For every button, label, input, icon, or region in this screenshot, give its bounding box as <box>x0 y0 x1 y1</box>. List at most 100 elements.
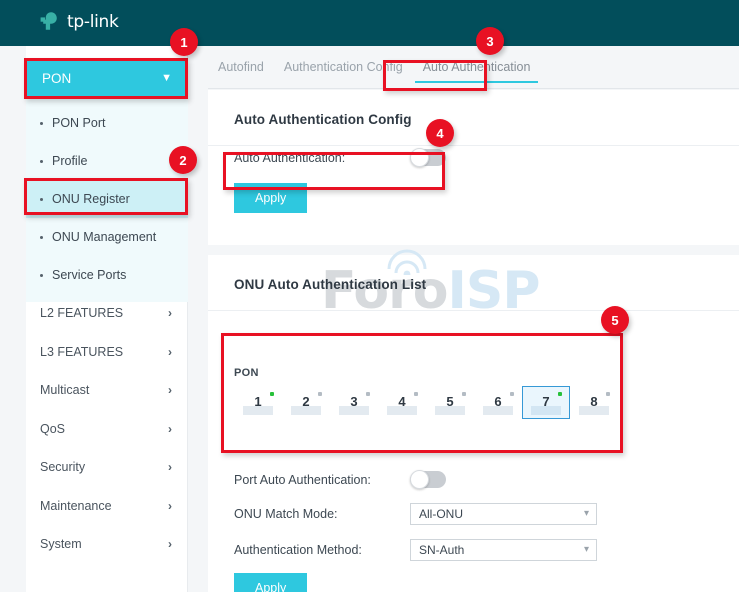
annotation-badge-1: 1 <box>170 28 198 56</box>
port-8[interactable]: 8 <box>570 386 618 419</box>
divider <box>208 310 739 311</box>
status-dot-icon <box>414 392 418 396</box>
port-2[interactable]: 2 <box>282 386 330 419</box>
onu-match-mode-label: ONU Match Mode: <box>234 507 338 521</box>
tab-label: Autofind <box>218 60 264 74</box>
status-dot-icon <box>270 392 274 396</box>
card-title: ONU Auto Authentication List <box>234 277 427 292</box>
port-number: 8 <box>590 394 598 409</box>
tab-autofind[interactable]: Autofind <box>208 57 274 83</box>
sidebar-item-maintenance[interactable]: Maintenance › <box>26 487 188 526</box>
sidebar-item-label: ONU Register <box>52 192 130 206</box>
sidebar-item-label: Security <box>40 460 86 475</box>
toggle-knob <box>410 148 429 167</box>
tp-link-logo-icon <box>40 12 57 30</box>
chevron-down-icon: ▾ <box>583 544 589 555</box>
authentication-method-row: Authentication Method: SN-Auth ▾ <box>208 539 597 561</box>
tab-bar: Autofind Authentication Config Auto Auth… <box>208 57 739 89</box>
bullet-icon <box>40 197 43 201</box>
chevron-right-icon: › <box>168 344 172 359</box>
authentication-method-label: Authentication Method: <box>234 543 362 557</box>
brand-name: tp-link <box>67 11 119 32</box>
port-number: 7 <box>542 394 550 409</box>
toggle-knob <box>410 470 429 489</box>
tab-authentication-config[interactable]: Authentication Config <box>274 57 413 83</box>
sidebar-item-service-ports[interactable]: Service Ports <box>26 256 188 294</box>
port-number: 1 <box>254 394 262 409</box>
sidebar: PON ▼ PON Port Profile ONU Register ONU … <box>26 46 188 592</box>
status-dot-icon <box>606 392 610 396</box>
sidebar-main-menu: L2 FEATURES › L3 FEATURES › Multicast › … <box>26 294 188 564</box>
top-header-bar: tp-link <box>0 0 739 46</box>
pon-label: PON <box>234 367 259 379</box>
port-number: 3 <box>350 394 358 409</box>
annotation-badge-2: 2 <box>169 146 197 174</box>
annotation-badge-4: 4 <box>426 119 454 147</box>
status-dot-icon <box>462 392 466 396</box>
chevron-right-icon: › <box>168 498 172 513</box>
chevron-right-icon: › <box>168 537 172 552</box>
chevron-down-icon: ▾ <box>583 508 589 519</box>
brand-logo[interactable]: tp-link <box>38 10 119 34</box>
sidebar-item-multicast[interactable]: Multicast › <box>26 371 188 410</box>
onu-match-mode-value: All-ONU <box>419 507 463 521</box>
sidebar-item-l2-features[interactable]: L2 FEATURES › <box>26 294 188 333</box>
annotation-badge-3: 3 <box>476 27 504 55</box>
port-7[interactable]: 7 <box>522 386 570 419</box>
auto-authentication-row: Auto Authentication: <box>208 148 739 167</box>
port-number: 6 <box>494 394 502 409</box>
status-dot-icon <box>318 392 322 396</box>
sidebar-item-label: System <box>40 537 82 552</box>
sidebar-item-security[interactable]: Security › <box>26 448 188 487</box>
bullet-icon <box>40 159 43 163</box>
sidebar-item-system[interactable]: System › <box>26 525 188 564</box>
sidebar-section-pon[interactable]: PON ▼ <box>26 58 188 98</box>
sidebar-item-label: Maintenance <box>40 498 112 513</box>
port-3[interactable]: 3 <box>330 386 378 419</box>
sidebar-item-onu-management[interactable]: ONU Management <box>26 218 188 256</box>
sidebar-item-label: L3 FEATURES <box>40 344 124 359</box>
chevron-down-icon: ▼ <box>161 72 172 84</box>
port-5[interactable]: 5 <box>426 386 474 419</box>
chevron-right-icon: › <box>168 421 172 436</box>
port-auto-authentication-toggle[interactable] <box>410 470 446 489</box>
sidebar-item-l3-features[interactable]: L3 FEATURES › <box>26 333 188 372</box>
sidebar-section-label: PON <box>42 70 72 86</box>
sidebar-submenu-pon: PON Port Profile ONU Register ONU Manage… <box>26 98 188 302</box>
sidebar-item-qos[interactable]: QoS › <box>26 410 188 449</box>
sidebar-item-pon-port[interactable]: PON Port <box>26 104 188 142</box>
tab-label: Auto Authentication <box>422 60 531 74</box>
auto-authentication-label: Auto Authentication: <box>234 150 346 165</box>
sidebar-item-profile[interactable]: Profile <box>26 142 188 180</box>
sidebar-item-label: L2 FEATURES <box>40 306 124 321</box>
chevron-right-icon: › <box>168 460 172 475</box>
sidebar-item-onu-register[interactable]: ONU Register <box>26 180 188 218</box>
authentication-method-select[interactable]: SN-Auth ▾ <box>410 539 597 561</box>
bullet-icon <box>40 235 43 239</box>
status-dot-icon <box>558 392 562 396</box>
port-6[interactable]: 6 <box>474 386 522 419</box>
auto-authentication-toggle[interactable] <box>410 148 446 167</box>
sidebar-item-label: PON Port <box>52 116 106 130</box>
port-1[interactable]: 1 <box>234 386 282 419</box>
port-4[interactable]: 4 <box>378 386 426 419</box>
authentication-method-value: SN-Auth <box>419 543 465 557</box>
port-auto-authentication-label: Port Auto Authentication: <box>234 472 371 487</box>
main-content: Autofind Authentication Config Auto Auth… <box>202 46 739 592</box>
bullet-icon <box>40 121 43 125</box>
port-list: 1 2 3 4 5 6 7 8 <box>234 386 618 419</box>
app-window: tp-link PON ▼ PON Port Profile ONU Regis… <box>0 0 739 592</box>
tab-label: Authentication Config <box>283 60 403 74</box>
annotation-badge-5: 5 <box>601 306 629 334</box>
onu-match-mode-row: ONU Match Mode: All-ONU ▾ <box>208 503 597 525</box>
divider <box>208 145 739 146</box>
apply-button-list[interactable]: Apply <box>234 573 308 592</box>
sidebar-item-label: Profile <box>52 154 88 168</box>
status-dot-icon <box>366 392 370 396</box>
chevron-right-icon: › <box>168 306 172 321</box>
tab-auto-authentication[interactable]: Auto Authentication <box>413 57 541 83</box>
onu-match-mode-select[interactable]: All-ONU ▾ <box>410 503 597 525</box>
sidebar-item-label: ONU Management <box>52 230 157 244</box>
apply-button-config[interactable]: Apply <box>234 183 308 213</box>
sidebar-item-label: Multicast <box>40 383 90 398</box>
